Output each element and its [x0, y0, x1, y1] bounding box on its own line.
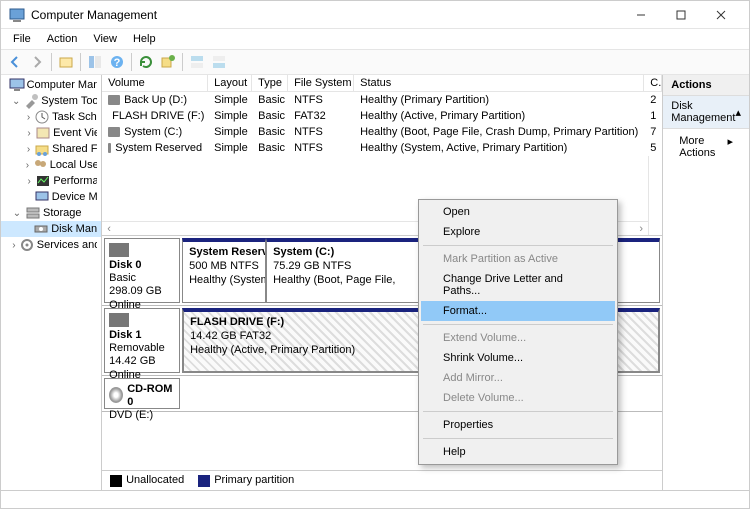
forward-button[interactable] — [27, 52, 47, 72]
collapse-icon: ▴ — [735, 106, 741, 119]
ctx-properties[interactable]: Properties — [421, 415, 615, 435]
show-hide-button[interactable] — [85, 52, 105, 72]
volume-row[interactable]: Back Up (D:)SimpleBasicNTFSHealthy (Prim… — [102, 92, 662, 108]
volume-row[interactable]: FLASH DRIVE (F:)SimpleBasicFAT32Healthy … — [102, 108, 662, 124]
ctx-extend: Extend Volume... — [421, 328, 615, 348]
volume-list-header[interactable]: Volume Layout Type File System Status C.… — [102, 75, 662, 92]
partition[interactable]: System Reserv 500 MB NTFS Healthy (Syste… — [182, 238, 266, 303]
tree-local-users[interactable]: ›Local Users and Groups — [1, 157, 101, 173]
tree-storage[interactable]: ⌄Storage — [1, 205, 101, 221]
volume-icon — [108, 127, 120, 137]
minimize-button[interactable] — [621, 1, 661, 29]
tree-event-viewer[interactable]: ›Event Viewer — [1, 125, 101, 141]
col-type[interactable]: Type — [252, 75, 288, 91]
ctx-mirror: Add Mirror... — [421, 368, 615, 388]
actions-more[interactable]: More Actions▸ — [663, 129, 749, 165]
actions-header: Actions — [663, 75, 749, 96]
svg-text:?: ? — [114, 57, 121, 69]
col-capacity[interactable]: C... — [644, 75, 662, 91]
rescan-button[interactable] — [158, 52, 178, 72]
ctx-format[interactable]: Format... — [421, 301, 615, 321]
col-layout[interactable]: Layout — [208, 75, 252, 91]
navigation-tree[interactable]: Computer Management (Local) ⌄System Tool… — [1, 75, 102, 490]
back-button[interactable] — [5, 52, 25, 72]
computer-icon — [9, 77, 25, 93]
cd-icon — [109, 387, 123, 403]
menu-bar: File Action View Help — [1, 29, 749, 49]
device-icon — [34, 189, 50, 205]
maximize-button[interactable] — [661, 1, 701, 29]
storage-icon — [25, 205, 41, 221]
tree-system-tools[interactable]: ⌄System Tools — [1, 93, 101, 109]
col-status[interactable]: Status — [354, 75, 644, 91]
ctx-delete: Delete Volume... — [421, 388, 615, 408]
col-volume[interactable]: Volume — [102, 75, 208, 91]
v-scrollbar[interactable] — [648, 156, 662, 235]
users-icon — [32, 157, 48, 173]
status-bar — [1, 490, 749, 508]
disk-header[interactable]: CD-ROM 0 DVD (E:) — [104, 378, 180, 409]
ctx-help[interactable]: Help — [421, 442, 615, 462]
ctx-mark-active: Mark Partition as Active — [421, 249, 615, 269]
tree-task-scheduler[interactable]: ›Task Scheduler — [1, 109, 101, 125]
actions-section[interactable]: Disk Management▴ — [663, 96, 749, 129]
help-button[interactable]: ? — [107, 52, 127, 72]
actions-pane: Actions Disk Management▴ More Actions▸ — [663, 75, 749, 490]
menu-file[interactable]: File — [5, 31, 39, 47]
context-menu: Open Explore Mark Partition as Active Ch… — [418, 199, 618, 465]
tree-device-manager[interactable]: Device Manager — [1, 189, 101, 205]
volume-icon — [108, 143, 111, 153]
title-bar: Computer Management — [1, 1, 749, 29]
menu-view[interactable]: View — [85, 31, 125, 47]
disk-icon — [109, 313, 129, 327]
chevron-right-icon: ▸ — [727, 135, 733, 159]
services-icon — [19, 237, 35, 253]
volume-row[interactable]: System ReservedSimpleBasicNTFSHealthy (S… — [102, 140, 662, 156]
window-title: Computer Management — [31, 8, 621, 22]
legend: Unallocated Primary partition — [102, 470, 662, 490]
ctx-shrink[interactable]: Shrink Volume... — [421, 348, 615, 368]
tree-shared-folders[interactable]: ›Shared Folders — [1, 141, 101, 157]
col-fs[interactable]: File System — [288, 75, 354, 91]
volume-icon — [108, 95, 120, 105]
up-button[interactable] — [56, 52, 76, 72]
tree-performance[interactable]: ›Performance — [1, 173, 101, 189]
app-icon — [9, 7, 25, 23]
legend-swatch-unallocated — [110, 475, 122, 487]
ctx-open[interactable]: Open — [421, 202, 615, 222]
view-top-button[interactable] — [187, 52, 207, 72]
menu-help[interactable]: Help — [125, 31, 164, 47]
event-icon — [35, 125, 51, 141]
disk-icon — [109, 243, 129, 257]
performance-icon — [35, 173, 51, 189]
disk-header[interactable]: Disk 1 Removable 14.42 GB Online — [104, 308, 180, 373]
toolbar: ? — [1, 49, 749, 75]
ctx-change-letter[interactable]: Change Drive Letter and Paths... — [421, 269, 615, 301]
volume-row[interactable]: System (C:)SimpleBasicNTFSHealthy (Boot,… — [102, 124, 662, 140]
volume-list[interactable]: Back Up (D:)SimpleBasicNTFSHealthy (Prim… — [102, 92, 662, 156]
menu-action[interactable]: Action — [39, 31, 86, 47]
view-bottom-button[interactable] — [209, 52, 229, 72]
shared-folder-icon — [34, 141, 50, 157]
disk-header[interactable]: Disk 0 Basic 298.09 GB Online — [104, 238, 180, 303]
close-button[interactable] — [701, 1, 741, 29]
disk-icon — [33, 221, 49, 237]
tree-root[interactable]: Computer Management (Local) — [1, 77, 101, 93]
refresh-button[interactable] — [136, 52, 156, 72]
tree-disk-management[interactable]: Disk Management — [1, 221, 101, 237]
ctx-explore[interactable]: Explore — [421, 222, 615, 242]
tree-services[interactable]: ›Services and Applications — [1, 237, 101, 253]
clock-icon — [34, 109, 50, 125]
tools-icon — [23, 93, 39, 109]
legend-swatch-primary — [198, 475, 210, 487]
